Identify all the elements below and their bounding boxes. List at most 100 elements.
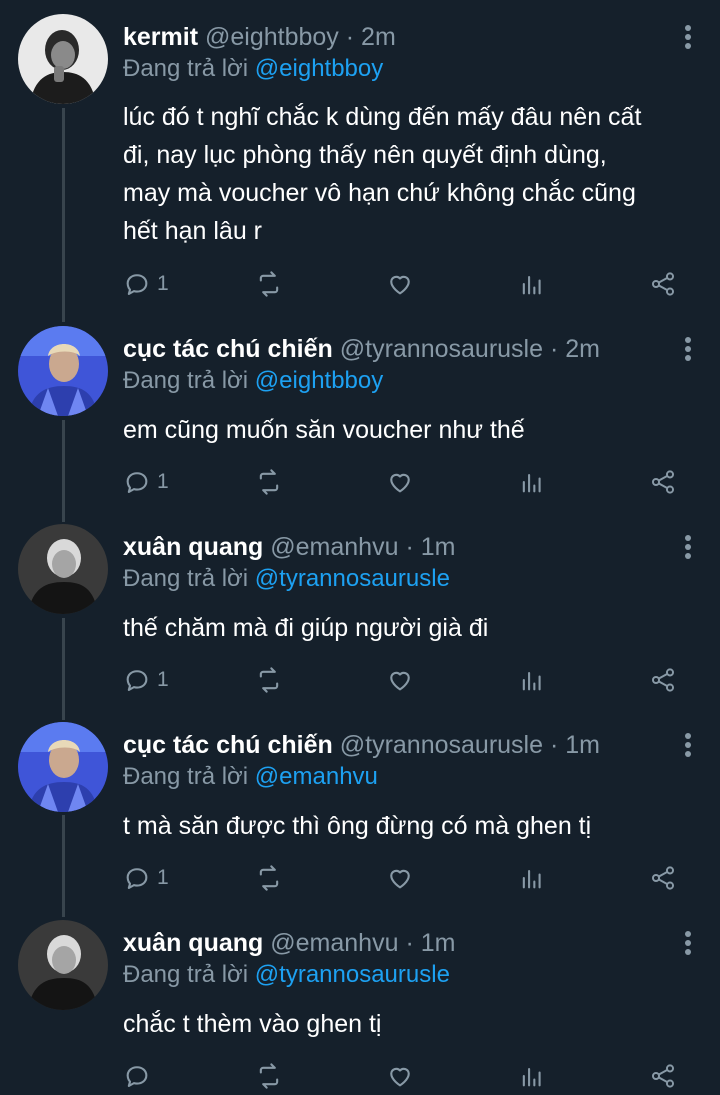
retweet-icon [259, 271, 279, 297]
display-name[interactable]: cục tác chú chiến [123, 335, 333, 363]
avatar[interactable] [18, 326, 108, 416]
like-button[interactable] [386, 861, 414, 895]
analytics-button[interactable] [518, 663, 546, 697]
more-vertical-icon [685, 337, 691, 361]
replying-to-mention[interactable]: @tyrannosaurusle [255, 961, 450, 988]
tweet-text-line: hết hạn lâu r [123, 217, 262, 245]
timestamp[interactable]: 1m [421, 533, 456, 561]
tweet[interactable]: cục tác chú chiến @tyrannosaurusle · 2m … [0, 326, 720, 516]
user-handle[interactable]: @emanhvu [270, 929, 398, 957]
user-handle[interactable]: @tyrannosaurusle [340, 335, 543, 363]
tweet-text-line: lúc đó t nghĩ chắc k dùng đến mấy đâu nê… [123, 103, 642, 131]
retweet-icon [259, 667, 279, 693]
replying-to-label: Đang trả lời [123, 367, 249, 394]
more-vertical-icon [685, 733, 691, 757]
reply-button[interactable]: 1 [123, 861, 169, 895]
more-options-button[interactable] [678, 334, 698, 364]
share-button[interactable] [649, 861, 677, 895]
replying-to: Đang trả lời @emanhvu [123, 760, 378, 794]
tweet-header: kermit @eightbboy · 2m [123, 20, 660, 54]
replying-to: Đang trả lời @tyrannosaurusle [123, 562, 450, 596]
replying-to-mention[interactable]: @eightbboy [255, 367, 383, 394]
avatar[interactable] [18, 14, 108, 104]
retweet-button[interactable] [255, 663, 283, 697]
display-name[interactable]: kermit [123, 23, 198, 51]
more-options-button[interactable] [678, 730, 698, 760]
heart-icon [390, 473, 410, 493]
tweet-header: cục tác chú chiến @tyrannosaurusle · 1m [123, 728, 660, 762]
analytics-bars-icon [522, 671, 541, 691]
replying-to-label: Đang trả lời [123, 763, 249, 790]
user-handle[interactable]: @eightbboy [205, 23, 339, 51]
replying-to: Đang trả lời @eightbboy [123, 364, 383, 398]
user-handle[interactable]: @emanhvu [270, 533, 398, 561]
reply-button[interactable] [123, 1059, 157, 1093]
analytics-button[interactable] [518, 267, 546, 301]
separator-dot: · [549, 335, 559, 363]
like-button[interactable] [386, 465, 414, 499]
tweet-header: xuân quang @emanhvu · 1m [123, 926, 660, 960]
share-button[interactable] [649, 663, 677, 697]
display-name[interactable]: cục tác chú chiến [123, 731, 333, 759]
tweet[interactable]: xuân quang @emanhvu · 1m Đang trả lời @t… [0, 524, 720, 714]
user-handle[interactable]: @tyrannosaurusle [340, 731, 543, 759]
analytics-bars-icon [522, 473, 541, 493]
retweet-button[interactable] [255, 465, 283, 499]
display-name[interactable]: xuân quang [123, 929, 263, 957]
display-name[interactable]: xuân quang [123, 533, 263, 561]
retweet-icon [259, 469, 279, 495]
like-button[interactable] [386, 267, 414, 301]
tweet-text: thế chăm mà đi giúp người già đi [123, 609, 690, 647]
separator-dot: · [405, 929, 414, 957]
replying-to-mention[interactable]: @eightbboy [255, 55, 383, 82]
separator-dot: · [405, 533, 414, 561]
reply-bubble-icon [126, 472, 148, 493]
timestamp[interactable]: 2m [565, 335, 600, 363]
reply-button[interactable]: 1 [123, 465, 169, 499]
tweet-text: t mà săn được thì ông đừng có mà ghen tị [123, 807, 690, 845]
share-button[interactable] [649, 465, 677, 499]
reply-bubble-icon [126, 274, 148, 295]
analytics-button[interactable] [518, 465, 546, 499]
action-bar: 1 [123, 663, 683, 697]
replying-to: Đang trả lời @tyrannosaurusle [123, 958, 450, 992]
timestamp[interactable]: 1m [421, 929, 456, 957]
like-button[interactable] [386, 663, 414, 697]
tweet[interactable]: xuân quang @emanhvu · 1m Đang trả lời @t… [0, 920, 720, 1095]
avatar[interactable] [18, 524, 108, 614]
share-button[interactable] [649, 267, 677, 301]
retweet-button[interactable] [255, 861, 283, 895]
tweet-text: em cũng muốn săn voucher như thế [123, 411, 690, 449]
retweet-button[interactable] [255, 267, 283, 301]
replying-to-mention[interactable]: @emanhvu [255, 763, 378, 790]
tweet[interactable]: cục tác chú chiến @tyrannosaurusle · 1m … [0, 722, 720, 912]
action-bar [123, 1059, 683, 1093]
more-options-button[interactable] [678, 532, 698, 562]
tweet-text-line: chắc t thèm vào ghen tị [123, 1010, 382, 1038]
reply-button[interactable]: 1 [123, 267, 169, 301]
analytics-button[interactable] [518, 861, 546, 895]
avatar[interactable] [18, 920, 108, 1010]
share-icon [651, 272, 675, 296]
tweet[interactable]: kermit @eightbboy · 2m Đang trả lời @eig… [0, 14, 720, 314]
retweet-button[interactable] [255, 1059, 283, 1093]
like-button[interactable] [386, 1059, 414, 1093]
share-icon [651, 470, 675, 494]
avatar[interactable] [18, 722, 108, 812]
action-bar: 1 [123, 861, 683, 895]
replying-to-mention[interactable]: @tyrannosaurusle [255, 565, 450, 592]
reply-count: 1 [157, 866, 169, 889]
reply-button[interactable]: 1 [123, 663, 169, 697]
more-options-button[interactable] [678, 22, 698, 52]
replying-to: Đang trả lời @eightbboy [123, 52, 383, 86]
more-options-button[interactable] [678, 928, 698, 958]
timestamp[interactable]: 2m [361, 23, 396, 51]
tweet-text: lúc đó t nghĩ chắc k dùng đến mấy đâu nê… [123, 98, 690, 250]
share-button[interactable] [649, 1059, 677, 1093]
replying-to-label: Đang trả lời [123, 565, 249, 592]
timestamp[interactable]: 1m [565, 731, 600, 759]
analytics-button[interactable] [518, 1059, 546, 1093]
action-bar: 1 [123, 465, 683, 499]
person-portrait-gray-icon [18, 524, 108, 614]
tweet-header: xuân quang @emanhvu · 1m [123, 530, 660, 564]
